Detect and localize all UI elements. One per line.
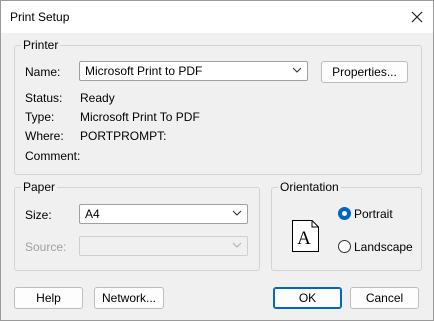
name-label: Name:	[25, 65, 61, 79]
ok-button[interactable]: OK	[273, 287, 342, 309]
help-button-label: Help	[36, 291, 61, 305]
cancel-button-label: Cancel	[365, 291, 404, 305]
status-value: Ready	[80, 91, 115, 105]
where-value: PORTPROMPT:	[80, 129, 167, 143]
paper-group: Paper	[14, 180, 260, 271]
source-label: Source:	[25, 240, 67, 254]
printer-group-label: Printer	[21, 38, 61, 53]
properties-button-label: Properties...	[332, 65, 397, 79]
paper-size-select[interactable]: A4	[79, 204, 248, 224]
properties-button[interactable]: Properties...	[321, 61, 408, 83]
type-value: Microsoft Print To PDF	[80, 110, 200, 124]
paper-source-select[interactable]	[79, 236, 248, 256]
help-button[interactable]: Help	[14, 287, 83, 309]
chevron-down-icon	[292, 67, 302, 73]
comment-label: Comment:	[25, 149, 81, 163]
printer-name-value: Microsoft Print to PDF	[85, 64, 203, 78]
portrait-page-icon: A	[292, 220, 319, 252]
chevron-down-icon	[232, 210, 242, 216]
title-bar: Print Setup	[1, 1, 433, 33]
orientation-group-label: Orientation	[278, 180, 341, 195]
size-label: Size:	[25, 208, 52, 222]
chevron-down-icon	[232, 242, 242, 248]
cancel-button[interactable]: Cancel	[350, 287, 419, 309]
close-button[interactable]	[401, 1, 433, 33]
preview-letter: A	[297, 228, 311, 249]
paper-group-label: Paper	[21, 180, 58, 195]
printer-name-select[interactable]: Microsoft Print to PDF	[79, 61, 308, 81]
dialog-title: Print Setup	[10, 10, 70, 24]
where-label: Where:	[25, 129, 64, 143]
network-button[interactable]: Network...	[94, 287, 164, 309]
landscape-radio[interactable]	[338, 240, 351, 253]
ok-button-label: OK	[298, 291, 317, 305]
portrait-label[interactable]: Portrait	[354, 207, 393, 222]
status-label: Status:	[25, 91, 63, 105]
type-label: Type:	[25, 110, 55, 124]
print-setup-dialog: Print Setup Printer Name: Microsoft Prin…	[0, 0, 434, 321]
network-button-label: Network...	[101, 291, 156, 305]
landscape-label[interactable]: Landscape	[354, 240, 413, 255]
portrait-radio[interactable]	[338, 207, 351, 220]
close-icon	[411, 11, 423, 23]
paper-size-value: A4	[85, 207, 100, 221]
